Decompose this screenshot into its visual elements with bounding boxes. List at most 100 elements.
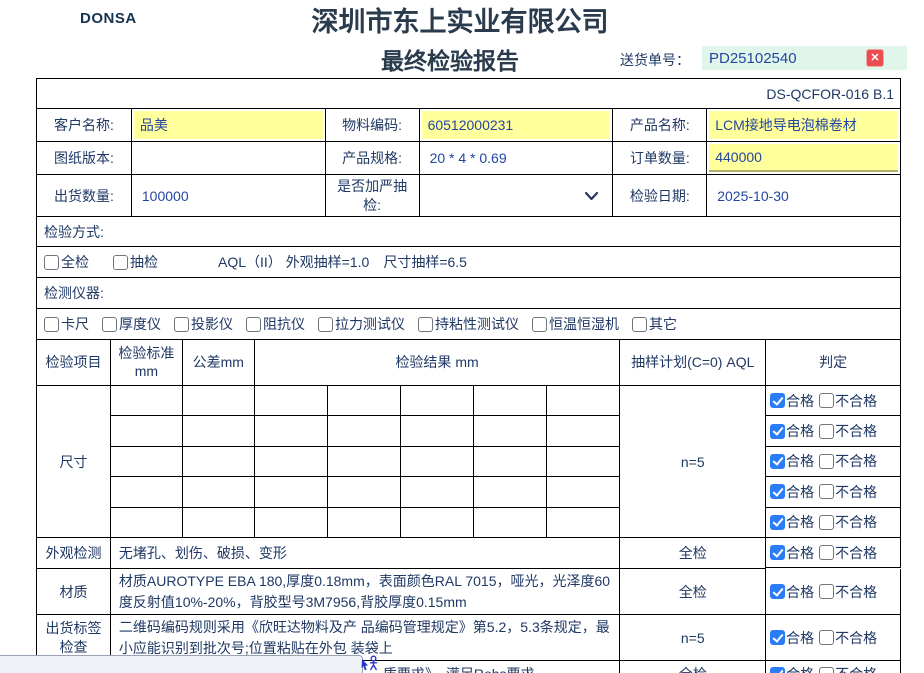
fail-checkbox[interactable] <box>819 454 834 469</box>
pass-option[interactable]: 合格 <box>770 512 814 532</box>
result-cell[interactable] <box>255 416 328 446</box>
pass-option[interactable]: 合格 <box>770 421 814 441</box>
instrument-thickness-gauge[interactable]: 厚度仪 <box>102 314 161 334</box>
fail-option[interactable]: 不合格 <box>819 664 877 673</box>
pass-option[interactable]: 合格 <box>770 391 814 411</box>
result-cell[interactable] <box>474 447 547 477</box>
other-checkbox[interactable] <box>632 317 647 332</box>
fail-option[interactable]: 不合格 <box>819 512 877 532</box>
result-cell[interactable] <box>111 386 183 416</box>
result-cell[interactable] <box>111 508 183 538</box>
pass-checkbox[interactable] <box>770 667 785 673</box>
result-cell[interactable] <box>111 416 183 446</box>
pass-checkbox[interactable] <box>770 393 785 408</box>
result-cell[interactable] <box>401 477 474 507</box>
thickness-gauge-checkbox[interactable] <box>102 317 117 332</box>
result-cell[interactable] <box>255 386 328 416</box>
result-cell[interactable] <box>328 447 401 477</box>
result-cell[interactable] <box>401 386 474 416</box>
fail-checkbox[interactable] <box>819 667 834 673</box>
result-cell[interactable] <box>474 508 547 538</box>
clear-icon[interactable]: ✕ <box>866 49 884 67</box>
result-cell[interactable] <box>401 447 474 477</box>
fail-checkbox[interactable] <box>819 515 834 530</box>
pass-checkbox[interactable] <box>770 545 785 560</box>
tension-tester-checkbox[interactable] <box>318 317 333 332</box>
result-cell[interactable] <box>547 386 620 416</box>
fail-checkbox[interactable] <box>819 545 834 560</box>
dimension-section: 尺寸 n=5 合格 不合格 合格 不合格 合格 不合格 合格 不合 <box>37 386 901 538</box>
pass-option[interactable]: 合格 <box>770 664 814 673</box>
result-cell[interactable] <box>474 477 547 507</box>
pass-option[interactable]: 合格 <box>770 543 814 563</box>
result-cell[interactable] <box>183 416 255 446</box>
projector-checkbox[interactable] <box>174 317 189 332</box>
result-cell[interactable] <box>401 508 474 538</box>
result-cell[interactable] <box>183 386 255 416</box>
result-cell[interactable] <box>474 386 547 416</box>
sampling-checkbox[interactable] <box>113 255 128 270</box>
strict-sampling-select[interactable] <box>420 175 614 217</box>
fail-option[interactable]: 不合格 <box>819 482 877 502</box>
fail-checkbox[interactable] <box>819 393 834 408</box>
pass-checkbox[interactable] <box>770 484 785 499</box>
result-cell[interactable] <box>401 416 474 446</box>
result-cell[interactable] <box>255 447 328 477</box>
result-cell[interactable] <box>328 477 401 507</box>
result-cell[interactable] <box>547 416 620 446</box>
instrument-tension-tester[interactable]: 拉力测试仪 <box>318 314 405 334</box>
result-cell[interactable] <box>547 447 620 477</box>
pass-checkbox[interactable] <box>770 630 785 645</box>
result-cell[interactable] <box>328 386 401 416</box>
sampling-option[interactable]: 抽检 <box>113 252 158 272</box>
adhesion-tester-checkbox[interactable] <box>418 317 433 332</box>
instrument-humidity-chamber[interactable]: 恒温恒湿机 <box>532 314 619 334</box>
pass-option[interactable]: 合格 <box>770 451 814 471</box>
fail-option[interactable]: 不合格 <box>819 543 877 563</box>
result-cell[interactable] <box>255 508 328 538</box>
result-cell[interactable] <box>183 447 255 477</box>
drawing-version-value[interactable] <box>132 142 326 175</box>
pass-checkbox[interactable] <box>770 424 785 439</box>
result-cell[interactable] <box>255 477 328 507</box>
result-cell[interactable] <box>547 477 620 507</box>
humidity-chamber-checkbox[interactable] <box>532 317 547 332</box>
impedance-checkbox[interactable] <box>246 317 261 332</box>
order-qty-input[interactable]: 440000 <box>709 144 898 172</box>
fail-checkbox[interactable] <box>819 424 834 439</box>
full-check-checkbox[interactable] <box>44 255 59 270</box>
instrument-caliper[interactable]: 卡尺 <box>44 314 89 334</box>
pass-option[interactable]: 合格 <box>770 582 814 602</box>
fail-checkbox[interactable] <box>819 630 834 645</box>
instrument-adhesion-tester[interactable]: 持粘性测试仪 <box>418 314 519 334</box>
fail-option[interactable]: 不合格 <box>819 628 877 648</box>
pass-checkbox[interactable] <box>770 454 785 469</box>
result-cell[interactable] <box>183 508 255 538</box>
fail-option[interactable]: 不合格 <box>819 451 877 471</box>
fail-checkbox[interactable] <box>819 584 834 599</box>
pass-checkbox[interactable] <box>770 584 785 599</box>
full-check-option[interactable]: 全检 <box>44 252 89 272</box>
result-cell[interactable] <box>474 416 547 446</box>
result-cell[interactable] <box>547 508 620 538</box>
result-cell[interactable] <box>111 477 183 507</box>
instrument-other[interactable]: 其它 <box>632 314 677 334</box>
material-code-input[interactable]: 60512000231 <box>422 111 611 139</box>
result-cell[interactable] <box>328 508 401 538</box>
fail-option[interactable]: 不合格 <box>819 421 877 441</box>
customer-name-input[interactable]: 品美 <box>134 111 323 139</box>
result-cell[interactable] <box>111 447 183 477</box>
fail-option[interactable]: 不合格 <box>819 391 877 411</box>
result-cell[interactable] <box>328 416 401 446</box>
result-cell[interactable] <box>183 477 255 507</box>
pass-checkbox[interactable] <box>770 515 785 530</box>
pass-option[interactable]: 合格 <box>770 482 814 502</box>
fail-option[interactable]: 不合格 <box>819 582 877 602</box>
caliper-checkbox[interactable] <box>44 317 59 332</box>
product-name-input[interactable]: LCM接地导电泡棉卷材 <box>709 111 898 139</box>
instrument-impedance[interactable]: 阻抗仪 <box>246 314 305 334</box>
delivery-number-input[interactable]: PD25102540 ✕ <box>702 46 907 70</box>
fail-checkbox[interactable] <box>819 484 834 499</box>
instrument-projector[interactable]: 投影仪 <box>174 314 233 334</box>
pass-option[interactable]: 合格 <box>770 628 814 648</box>
